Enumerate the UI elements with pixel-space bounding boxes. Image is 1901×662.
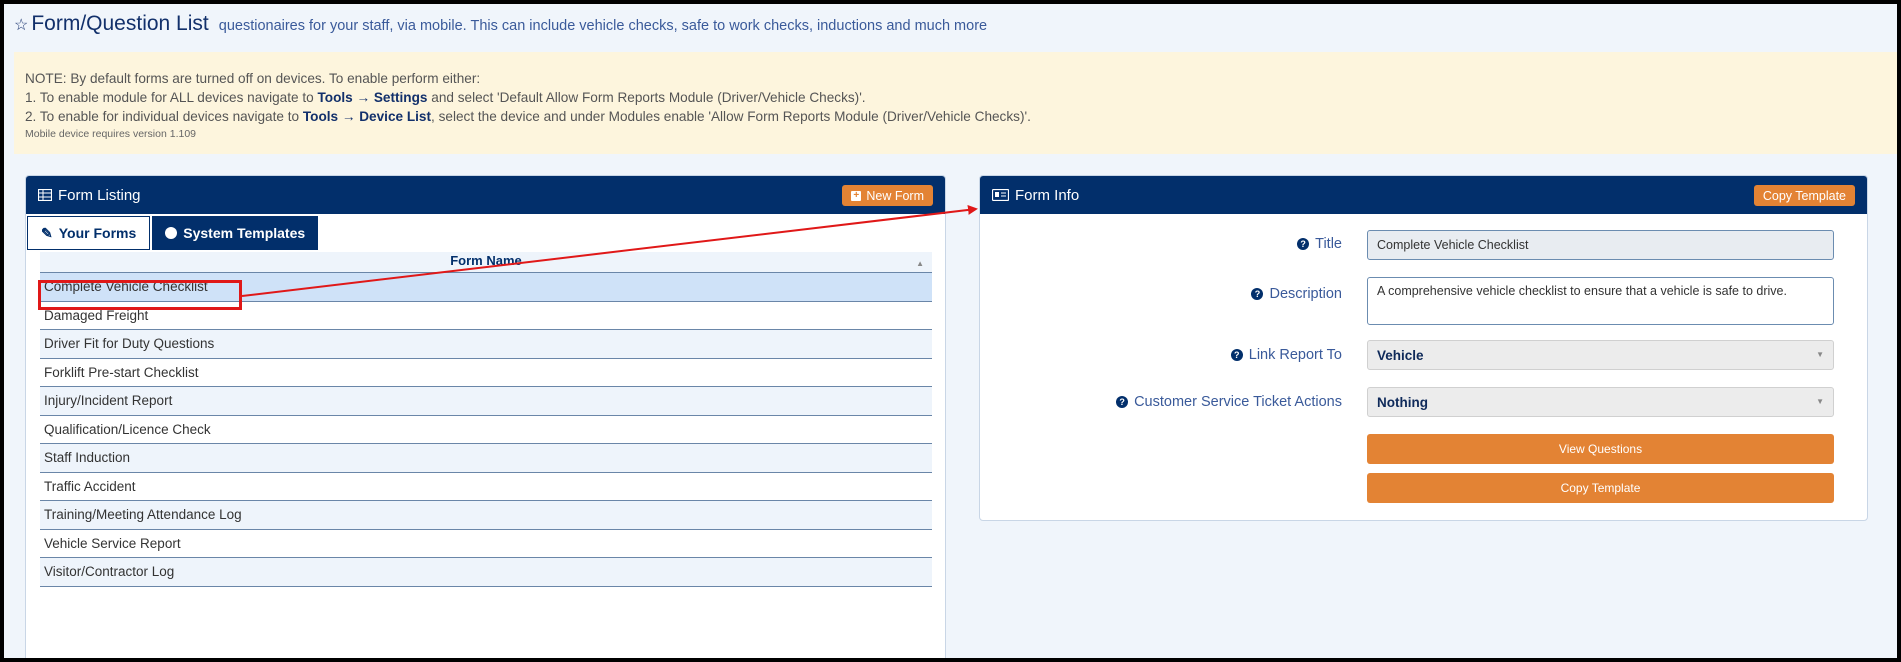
form-name-cell: Damaged Freight bbox=[44, 307, 149, 323]
cst-actions-label: ? Customer Service Ticket Actions bbox=[1116, 394, 1342, 410]
app-frame: ☆ Form/Question List questionaires for y… bbox=[4, 4, 1897, 658]
table-row[interactable]: Visitor/Contractor Log bbox=[40, 558, 932, 587]
form-name-cell: Traffic Accident bbox=[44, 478, 136, 494]
help-icon[interactable]: ? bbox=[1297, 238, 1310, 250]
description-value: A comprehensive vehicle checklist to ens… bbox=[1377, 284, 1787, 298]
page-subtitle: questionaires for your staff, via mobile… bbox=[218, 18, 988, 34]
form-name-cell: Vehicle Service Report bbox=[44, 535, 181, 551]
table-row[interactable]: Forklift Pre-start Checklist bbox=[40, 358, 932, 387]
form-tabs: ✎ Your Forms System Templates bbox=[27, 216, 319, 250]
link-report-value: Vehicle bbox=[1377, 347, 1424, 363]
title-label: ? Title bbox=[1297, 236, 1342, 252]
info-note: NOTE: By default forms are turned off on… bbox=[14, 52, 1897, 154]
form-name-cell: Staff Induction bbox=[44, 450, 131, 466]
table-row[interactable]: Complete Vehicle Checklist bbox=[40, 273, 932, 302]
copy-template-header-button[interactable]: Copy Template bbox=[1753, 185, 1855, 206]
tab-system-templates-label: System Templates bbox=[183, 225, 306, 241]
table-row[interactable]: Damaged Freight bbox=[40, 301, 932, 330]
form-info-panel: Form Info Copy Template ? Title Complete… bbox=[979, 175, 1868, 521]
caret-down-icon: ▼ bbox=[1816, 350, 1824, 359]
table-row[interactable]: Traffic Accident bbox=[40, 472, 932, 501]
link-report-select[interactable]: Vehicle ▼ bbox=[1367, 340, 1834, 370]
title-label-text: Title bbox=[1315, 236, 1342, 252]
view-questions-button[interactable]: View Questions bbox=[1367, 434, 1834, 464]
view-questions-label: View Questions bbox=[1558, 442, 1643, 456]
link-report-label-text: Link Report To bbox=[1248, 347, 1342, 363]
table-row[interactable]: Staff Induction bbox=[40, 444, 932, 473]
link-report-label: ? Link Report To bbox=[1230, 347, 1342, 363]
note-line-2: 1. To enable module for ALL devices navi… bbox=[25, 88, 1897, 107]
note-line-3-post: , select the device and under Modules en… bbox=[431, 109, 1031, 124]
circle-icon bbox=[165, 227, 178, 239]
note-line-2-pre: 1. To enable module for ALL devices navi… bbox=[25, 90, 318, 105]
form-info-title: Form Info bbox=[1015, 186, 1080, 204]
table-row[interactable]: Training/Meeting Attendance Log bbox=[40, 501, 932, 530]
note-line-3-pre: 2. To enable for individual devices navi… bbox=[25, 109, 303, 124]
form-name-cell: Driver Fit for Duty Questions bbox=[44, 336, 215, 352]
new-form-button[interactable]: + New Form bbox=[842, 185, 933, 206]
device-list-path: Tools → Device List bbox=[302, 109, 432, 124]
form-info-header: Form Info Copy Template bbox=[980, 176, 1867, 214]
help-icon[interactable]: ? bbox=[1230, 349, 1243, 361]
table-row[interactable]: Vehicle Service Report bbox=[40, 529, 932, 558]
star-icon[interactable]: ☆ bbox=[14, 15, 28, 35]
title-value: Complete Vehicle Checklist bbox=[1377, 238, 1529, 252]
form-name-cell: Visitor/Contractor Log bbox=[44, 564, 175, 580]
caret-down-icon: ▼ bbox=[1816, 397, 1824, 406]
copy-template-label: Copy Template bbox=[1560, 481, 1641, 495]
note-line-2-post: and select 'Default Allow Form Reports M… bbox=[427, 90, 866, 105]
tab-system-templates[interactable]: System Templates bbox=[152, 216, 319, 250]
form-rows: Complete Vehicle Checklist Damaged Freigh… bbox=[40, 273, 932, 587]
version-note: Mobile device requires version 1.109 bbox=[25, 128, 197, 140]
form-name-cell: Training/Meeting Attendance Log bbox=[44, 507, 242, 523]
form-listing-header: Form Listing + New Form bbox=[26, 176, 945, 214]
note-line-3: 2. To enable for individual devices navi… bbox=[25, 107, 1897, 126]
description-field[interactable]: A comprehensive vehicle checklist to ens… bbox=[1367, 277, 1834, 325]
sort-asc-icon: ▲ bbox=[916, 259, 924, 268]
form-name-cell: Complete Vehicle Checklist bbox=[44, 279, 208, 295]
form-listing-title: Form Listing bbox=[58, 186, 141, 204]
title-field[interactable]: Complete Vehicle Checklist bbox=[1367, 230, 1834, 260]
table-row[interactable]: Qualification/Licence Check bbox=[40, 415, 932, 444]
table-row[interactable]: Injury/Incident Report bbox=[40, 387, 932, 416]
page-title: Form/Question List bbox=[31, 12, 209, 35]
tab-your-forms-label: Your Forms bbox=[58, 225, 137, 241]
table-icon bbox=[38, 189, 52, 201]
note-line-1: NOTE: By default forms are turned off on… bbox=[25, 71, 481, 86]
form-name-cell: Injury/Incident Report bbox=[44, 393, 173, 409]
page-header: ☆ Form/Question List questionaires for y… bbox=[14, 12, 987, 36]
new-form-label: New Form bbox=[866, 188, 924, 203]
pencil-icon: ✎ bbox=[41, 224, 53, 241]
cst-actions-value: Nothing bbox=[1377, 394, 1428, 410]
cst-actions-select[interactable]: Nothing ▼ bbox=[1367, 387, 1834, 417]
column-header-label: Form Name bbox=[450, 253, 522, 268]
plus-icon: + bbox=[851, 190, 862, 201]
help-icon[interactable]: ? bbox=[1116, 396, 1129, 408]
form-table: Form Name ▲ Complete Vehicle Checklist Da… bbox=[40, 252, 932, 587]
form-name-cell: Forklift Pre-start Checklist bbox=[44, 364, 199, 380]
form-listing-panel: Form Listing + New Form ✎ Your Forms Sys… bbox=[25, 175, 946, 658]
description-label: ? Description bbox=[1251, 286, 1342, 302]
description-label-text: Description bbox=[1269, 286, 1342, 302]
id-card-icon bbox=[992, 189, 1009, 201]
copy-template-header-label: Copy Template bbox=[1762, 188, 1846, 203]
column-header-form-name[interactable]: Form Name ▲ bbox=[40, 252, 932, 273]
cst-actions-label-text: Customer Service Ticket Actions bbox=[1134, 394, 1342, 410]
tab-your-forms[interactable]: ✎ Your Forms bbox=[27, 216, 151, 250]
form-name-cell: Qualification/Licence Check bbox=[44, 421, 211, 437]
table-row[interactable]: Driver Fit for Duty Questions bbox=[40, 330, 932, 359]
copy-template-button[interactable]: Copy Template bbox=[1367, 473, 1834, 503]
settings-path: Tools → Settings bbox=[317, 90, 428, 105]
help-icon[interactable]: ? bbox=[1251, 288, 1264, 300]
